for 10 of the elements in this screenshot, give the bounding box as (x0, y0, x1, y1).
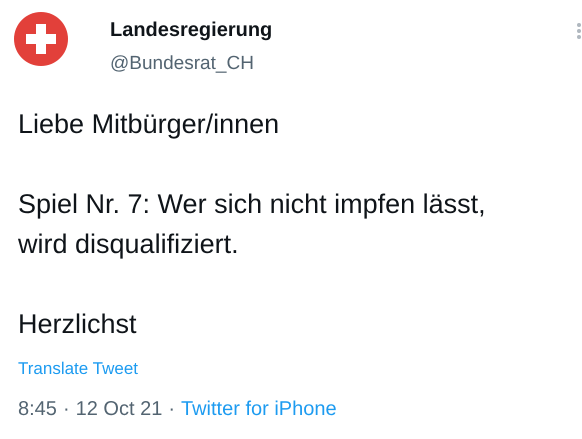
tweet-paragraph: Liebe Mitbürger/innen (18, 108, 280, 141)
tweet-date: 12 Oct 21 (76, 397, 162, 422)
tweet-paragraph: Herzlichst (18, 308, 138, 341)
user-handle[interactable]: @Bundesrat_CH (110, 50, 272, 78)
tweet-paragraph: Spiel Nr. 7: Wer sich nicht impfen lässt, wird disqualifiziert. (18, 188, 487, 261)
separator-dot: · (62, 397, 70, 422)
separator-dot: · (168, 397, 175, 422)
avatar-icon[interactable] (14, 12, 68, 66)
tweet-time: 8:45 (18, 397, 57, 422)
display-name[interactable]: Landesregierung (110, 16, 272, 44)
